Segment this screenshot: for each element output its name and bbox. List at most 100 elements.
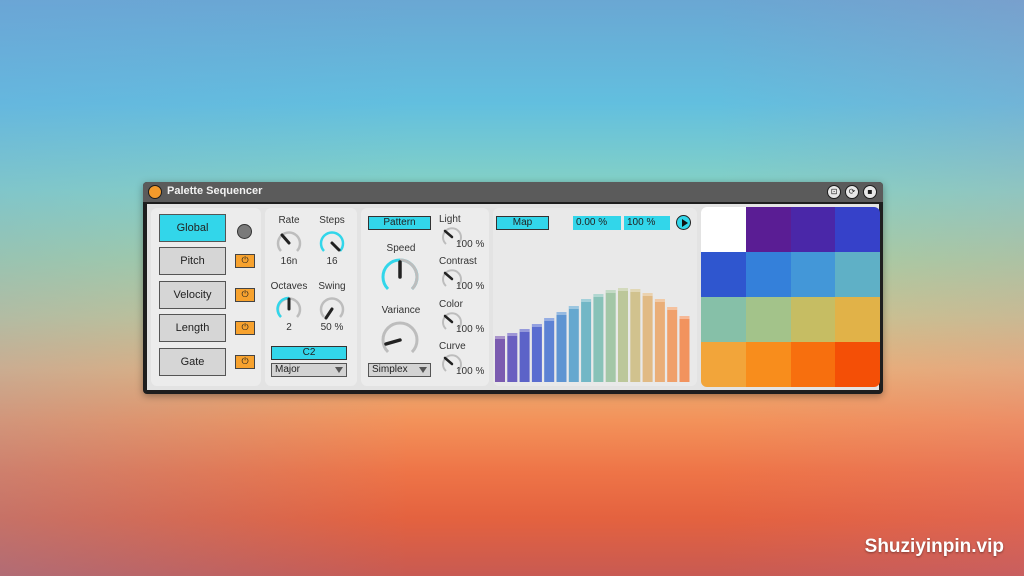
loop-icon[interactable]: ⟳ <box>845 185 859 199</box>
step-bar-2[interactable] <box>507 333 518 382</box>
palette-swatch-10[interactable] <box>745 297 791 342</box>
lane-button-velocity[interactable]: Velocity <box>159 281 226 309</box>
device-activator-icon[interactable] <box>148 185 162 199</box>
step-bar-16[interactable] <box>679 316 690 382</box>
palette-swatch-1[interactable] <box>701 207 746 252</box>
speed-label: Speed <box>386 243 416 254</box>
pattern-panel: Pattern Speed Variance Simplex Light 100… <box>361 208 489 386</box>
light-label: Light <box>439 214 461 225</box>
octaves-knob[interactable] <box>274 294 304 324</box>
palette-swatch-6[interactable] <box>745 252 791 297</box>
speed-knob[interactable] <box>378 255 422 299</box>
step-bar-cap <box>556 312 567 315</box>
scale-dropdown[interactable]: Major <box>271 363 347 377</box>
step-bar-cap <box>593 294 604 297</box>
variance-knob[interactable] <box>378 318 422 362</box>
step-bar-15[interactable] <box>667 307 678 382</box>
step-bar-cap <box>642 293 653 296</box>
step-bar-cap <box>605 290 616 293</box>
swing-value: 50 % <box>320 322 344 333</box>
step-bar-3[interactable] <box>519 329 530 382</box>
variance-label: Variance <box>381 305 421 316</box>
lane-button-length[interactable]: Length <box>159 314 226 342</box>
range-min-field[interactable]: 0.00 % <box>573 216 621 230</box>
lane-button-gate[interactable]: Gate <box>159 348 226 376</box>
rate-value: 16n <box>280 256 298 267</box>
scale-value: Major <box>275 364 301 375</box>
step-bar-cap <box>679 316 690 319</box>
steps-value: 16 <box>326 256 338 267</box>
step-bar-cap <box>630 289 641 292</box>
light-value: 100 % <box>456 239 485 250</box>
palette-swatch-5[interactable] <box>701 252 746 297</box>
color-value: 100 % <box>456 324 485 335</box>
root-note-field[interactable]: C2 <box>271 346 347 360</box>
curve-label: Curve <box>439 341 466 352</box>
length-power-icon[interactable]: ⏻ <box>235 321 255 335</box>
step-bar-cap <box>495 336 505 339</box>
map-panel: Map 0.00 % 100 % <box>493 208 697 386</box>
lane-button-global[interactable]: Global <box>159 214 226 242</box>
step-bar-4[interactable] <box>531 324 542 382</box>
global-indicator <box>237 224 252 239</box>
palette-swatch-8[interactable] <box>835 252 880 297</box>
pattern-button[interactable]: Pattern <box>368 216 431 230</box>
step-bars[interactable] <box>493 242 697 386</box>
palette-swatch-2[interactable] <box>745 207 791 252</box>
noise-value: Simplex <box>372 364 408 375</box>
palette-swatch-7[interactable] <box>790 252 836 297</box>
save-icon[interactable]: ▪ <box>863 185 877 199</box>
range-max-field[interactable]: 100 % <box>624 216 670 230</box>
palette-swatch-14[interactable] <box>745 342 791 387</box>
pitch-power-icon[interactable]: ⏻ <box>235 254 255 268</box>
clock-panel: Rate 16n Steps 16 Octaves 2 Swing 50 % C… <box>265 208 357 386</box>
palette-grid <box>701 207 880 387</box>
step-bar-cap <box>581 299 592 302</box>
step-bar-cap <box>531 324 542 327</box>
title-bar: Palette Sequencer ⊡ ⟳ ▪ <box>143 182 883 202</box>
root-note-value: C2 <box>302 347 316 358</box>
step-bar-8[interactable] <box>581 299 592 382</box>
step-bar-7[interactable] <box>568 306 579 382</box>
step-bar-6[interactable] <box>556 312 567 382</box>
step-bar-cap <box>544 318 555 321</box>
step-bar-13[interactable] <box>642 293 653 382</box>
fit-icon[interactable]: ⊡ <box>827 185 841 199</box>
step-bar-cap <box>568 306 579 309</box>
velocity-power-icon[interactable]: ⏻ <box>235 288 255 302</box>
palette-swatch-15[interactable] <box>790 342 836 387</box>
step-bar-10[interactable] <box>605 290 616 382</box>
palette-swatch-3[interactable] <box>790 207 836 252</box>
device-window: Palette Sequencer ⊡ ⟳ ▪ Global Pitch ⏻ V… <box>143 182 883 394</box>
noise-dropdown[interactable]: Simplex <box>368 363 431 377</box>
palette-swatch-13[interactable] <box>701 342 746 387</box>
step-bar-5[interactable] <box>544 318 555 382</box>
gate-power-icon[interactable]: ⏻ <box>235 355 255 369</box>
palette-swatch-9[interactable] <box>701 297 746 342</box>
map-button[interactable]: Map <box>496 216 549 230</box>
step-bar-9[interactable] <box>593 294 604 382</box>
palette-swatch-4[interactable] <box>835 207 880 252</box>
rate-label: Rate <box>278 215 300 226</box>
palette-swatch-16[interactable] <box>835 342 880 387</box>
step-bar-12[interactable] <box>630 289 641 382</box>
steps-label: Steps <box>319 215 345 226</box>
palette-swatch-12[interactable] <box>835 297 880 342</box>
step-bar-1[interactable] <box>495 336 505 382</box>
octaves-label: Octaves <box>270 281 308 292</box>
chevron-down-icon <box>335 367 343 373</box>
contrast-label: Contrast <box>439 256 477 267</box>
lane-button-pitch[interactable]: Pitch <box>159 247 226 275</box>
steps-knob[interactable] <box>317 228 347 258</box>
chevron-down-icon <box>419 367 427 373</box>
device-body: Global Pitch ⏻ Velocity ⏻ Length ⏻ Gate … <box>147 204 880 390</box>
contrast-value: 100 % <box>456 281 485 292</box>
palette-swatch-11[interactable] <box>790 297 836 342</box>
step-bar-14[interactable] <box>654 299 665 382</box>
rate-knob[interactable] <box>274 228 304 258</box>
swing-knob[interactable] <box>317 294 347 324</box>
curve-value: 100 % <box>456 366 485 377</box>
play-icon[interactable] <box>676 215 691 230</box>
step-bar-cap <box>507 333 518 336</box>
step-bar-11[interactable] <box>618 288 628 382</box>
